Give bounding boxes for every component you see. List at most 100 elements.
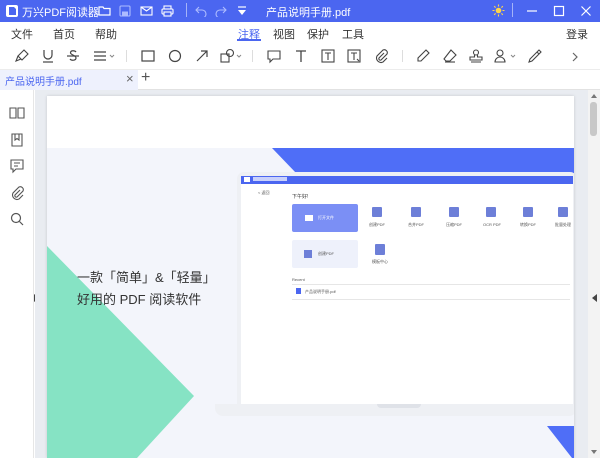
measure-icon[interactable] xyxy=(527,48,543,64)
quick-access-dropdown-icon[interactable] xyxy=(237,5,247,17)
mock-template-icon xyxy=(375,244,385,255)
scroll-up-icon[interactable] xyxy=(591,94,597,98)
pdf-page: 一款「简单」&「轻量」 好用的 PDF 阅读软件 < 返回 下午好! 打开文件 … xyxy=(47,96,574,458)
mock-create-pdf-label: 创建PDF xyxy=(318,251,334,256)
banner-subline: 好用的 PDF 阅读软件 xyxy=(77,292,202,307)
attachment-icon[interactable] xyxy=(373,48,389,64)
collapse-right-panel-icon[interactable] xyxy=(592,294,597,302)
app-title: 万兴PDF阅读器 xyxy=(22,7,99,19)
active-tab-underline xyxy=(237,39,261,41)
mock-divider xyxy=(292,299,570,300)
divider xyxy=(512,3,513,17)
document-tab[interactable]: 产品说明手册.pdf × xyxy=(0,70,138,90)
divider xyxy=(89,5,90,17)
mock-action-icon xyxy=(411,207,421,217)
stamp-icon[interactable] xyxy=(468,48,484,64)
mock-action-label: OCR PDF xyxy=(483,222,501,227)
divider xyxy=(126,50,127,62)
mock-action-label: 压缩PDF xyxy=(446,222,462,227)
toolbar-more-icon[interactable] xyxy=(571,52,579,62)
eraser-icon[interactable] xyxy=(442,48,458,64)
strikethrough-icon[interactable] xyxy=(65,48,81,64)
divider xyxy=(402,50,403,62)
mock-recent-file: 产品说明手册.pdf xyxy=(305,289,336,294)
menu-home[interactable]: 首页 xyxy=(53,26,75,42)
thumbnails-icon[interactable] xyxy=(9,105,25,121)
document-tab-bar: 产品说明手册.pdf × + xyxy=(0,69,600,90)
tab-tools[interactable]: 工具 xyxy=(342,26,364,42)
mock-action-label: 批量处理 xyxy=(555,222,571,227)
scrollbar-thumb[interactable] xyxy=(590,102,597,136)
minimize-icon[interactable] xyxy=(526,5,538,17)
bookmark-icon[interactable] xyxy=(9,132,25,148)
textbox-icon[interactable] xyxy=(320,48,336,64)
mock-open-file-card: 打开文件 xyxy=(292,204,358,232)
open-folder-icon[interactable] xyxy=(98,5,111,17)
comments-panel-icon[interactable] xyxy=(9,158,25,174)
left-sidebar xyxy=(0,90,39,458)
menu-help[interactable]: 帮助 xyxy=(95,26,117,42)
text-align-dropdown-icon[interactable] xyxy=(93,48,117,64)
banner-headline: 一款「简单」&「轻量」 xyxy=(77,270,216,285)
new-tab-icon[interactable]: + xyxy=(141,69,150,87)
undo-icon[interactable] xyxy=(195,5,207,17)
mock-template-label: 模板中心 xyxy=(372,259,388,264)
mock-folder-icon xyxy=(305,215,313,221)
redo-icon[interactable] xyxy=(215,5,227,17)
divider xyxy=(252,50,253,62)
maximize-icon[interactable] xyxy=(553,5,565,17)
mock-divider xyxy=(292,284,570,285)
menu-file[interactable]: 文件 xyxy=(11,26,33,42)
print-icon[interactable] xyxy=(161,5,174,17)
arrow-icon[interactable] xyxy=(194,48,210,64)
save-icon[interactable] xyxy=(119,5,131,17)
tab-view[interactable]: 视图 xyxy=(273,26,295,42)
mock-create-pdf-card: 创建PDF xyxy=(292,240,358,268)
ellipse-icon[interactable] xyxy=(167,48,183,64)
mock-plus-icon xyxy=(304,250,312,258)
laptop-screen: < 返回 下午好! 打开文件 创建PDF 合并PDF 压缩PDF OCR PDF… xyxy=(237,172,574,404)
mock-action-label: 创建PDF xyxy=(369,222,385,227)
mock-title-text xyxy=(253,177,287,181)
divider xyxy=(186,3,187,17)
app-logo-icon xyxy=(5,4,19,18)
mock-action-icon xyxy=(558,207,568,217)
mock-title-bar xyxy=(241,176,573,184)
mock-logo-icon xyxy=(244,177,250,182)
theme-sun-icon[interactable] xyxy=(492,4,505,17)
mock-action-icon xyxy=(523,207,533,217)
tab-protect[interactable]: 保护 xyxy=(307,26,329,42)
document-title: 产品说明手册.pdf xyxy=(266,7,351,19)
text-tool-icon[interactable] xyxy=(293,48,309,64)
document-tab-label: 产品说明手册.pdf xyxy=(5,77,82,88)
email-icon[interactable] xyxy=(140,5,153,17)
shapes-dropdown-icon[interactable] xyxy=(220,48,244,64)
annotation-toolbar xyxy=(0,42,600,70)
rectangle-icon[interactable] xyxy=(140,48,156,64)
mock-action-label: 转换PDF xyxy=(520,222,536,227)
login-link[interactable]: 登录 xyxy=(566,26,588,42)
mock-open-file-label: 打开文件 xyxy=(318,215,334,220)
attachments-panel-icon[interactable] xyxy=(9,185,25,201)
scroll-down-icon[interactable] xyxy=(591,450,597,454)
pencil-icon[interactable] xyxy=(415,48,431,64)
mock-recent-label: Recent xyxy=(292,277,305,282)
title-bar: 万兴PDF阅读器 产品说明手册.pdf xyxy=(0,0,600,22)
highlighter-icon[interactable] xyxy=(14,48,30,64)
vertical-scrollbar[interactable] xyxy=(588,90,600,458)
mock-file-icon xyxy=(296,288,301,294)
signature-dropdown-icon[interactable] xyxy=(494,48,518,64)
underline-icon[interactable] xyxy=(40,48,56,64)
menu-bar: 文件 首页 帮助 注释 视图 保护 工具 登录 xyxy=(0,22,600,42)
close-window-icon[interactable] xyxy=(580,5,592,17)
callout-icon[interactable] xyxy=(346,48,362,64)
close-tab-icon[interactable]: × xyxy=(126,71,134,86)
comment-icon[interactable] xyxy=(266,48,282,64)
mock-greeting: 下午好! xyxy=(292,194,309,200)
mock-action-label: 合并PDF xyxy=(408,222,424,227)
laptop-notch xyxy=(377,404,421,408)
mock-action-icon xyxy=(372,207,382,217)
mock-action-icon xyxy=(486,207,496,217)
mock-action-icon xyxy=(449,207,459,217)
search-icon[interactable] xyxy=(9,211,25,227)
